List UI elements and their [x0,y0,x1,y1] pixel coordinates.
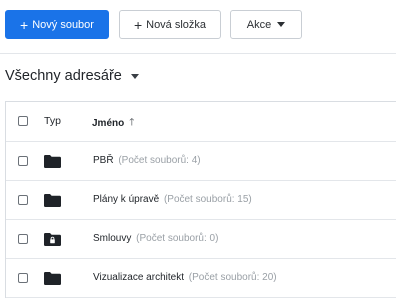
directory-selector[interactable]: Všechny adresáře [5,68,139,84]
select-all-checkbox[interactable] [18,116,28,126]
folder-name: PBŘ [93,155,114,166]
table-header-row: Typ Jméno 🡑 [6,102,396,142]
folder-name: Plány k úpravě [93,194,160,205]
file-count: (Počet souborů: 15) [163,194,252,205]
new-file-label: Nový soubor [32,18,94,31]
locked-folder-icon [44,233,61,246]
caret-down-icon [130,73,139,79]
toolbar: + Nový soubor + Nová složka Akce [0,0,396,54]
actions-label: Akce [246,18,272,31]
caret-down-icon [277,22,286,27]
new-folder-button[interactable]: + Nová složka [119,10,221,39]
file-table: Typ Jméno 🡑 PBŘ (Počet souborů: 4) Plány… [5,101,396,298]
folder-name: Vizualizace architekt [93,272,184,283]
sort-ascending-icon: 🡑 [129,117,135,128]
column-header-type[interactable]: Typ [44,115,61,127]
actions-dropdown-button[interactable]: Akce [230,10,302,39]
row-checkbox[interactable] [18,273,28,283]
section-title: Všechny adresáře [5,68,122,84]
column-header-name-label: Jméno [92,118,125,129]
folder-icon [44,155,61,168]
row-checkbox[interactable] [18,195,28,205]
file-count: (Počet souborů: 4) [118,155,201,166]
folder-name-cell[interactable]: Smlouvy (Počet souborů: 0) [93,233,218,244]
plus-icon: + [20,16,29,33]
new-folder-label: Nová složka [146,18,207,31]
file-count: (Počet souborů: 0) [136,233,219,244]
column-header-name[interactable]: Jméno 🡑 [92,115,134,132]
folder-icon [44,272,61,285]
file-count: (Počet souborů: 20) [188,272,277,283]
table-row[interactable]: PBŘ (Počet souborů: 4) [6,142,396,181]
plus-icon: + [133,16,143,33]
folder-name-cell[interactable]: Vizualizace architekt (Počet souborů: 20… [93,272,277,283]
folder-name-cell[interactable]: Plány k úpravě (Počet souborů: 15) [93,194,252,205]
folder-icon [44,194,61,207]
table-row[interactable]: Vizualizace architekt (Počet souborů: 20… [6,259,396,298]
folder-name-cell[interactable]: PBŘ (Počet souborů: 4) [93,155,201,166]
table-row[interactable]: Smlouvy (Počet souborů: 0) [6,220,396,259]
row-checkbox[interactable] [18,156,28,166]
row-checkbox[interactable] [18,234,28,244]
table-row[interactable]: Plány k úpravě (Počet souborů: 15) [6,181,396,220]
folder-name: Smlouvy [93,233,132,244]
new-file-button[interactable]: + Nový soubor [5,10,109,39]
